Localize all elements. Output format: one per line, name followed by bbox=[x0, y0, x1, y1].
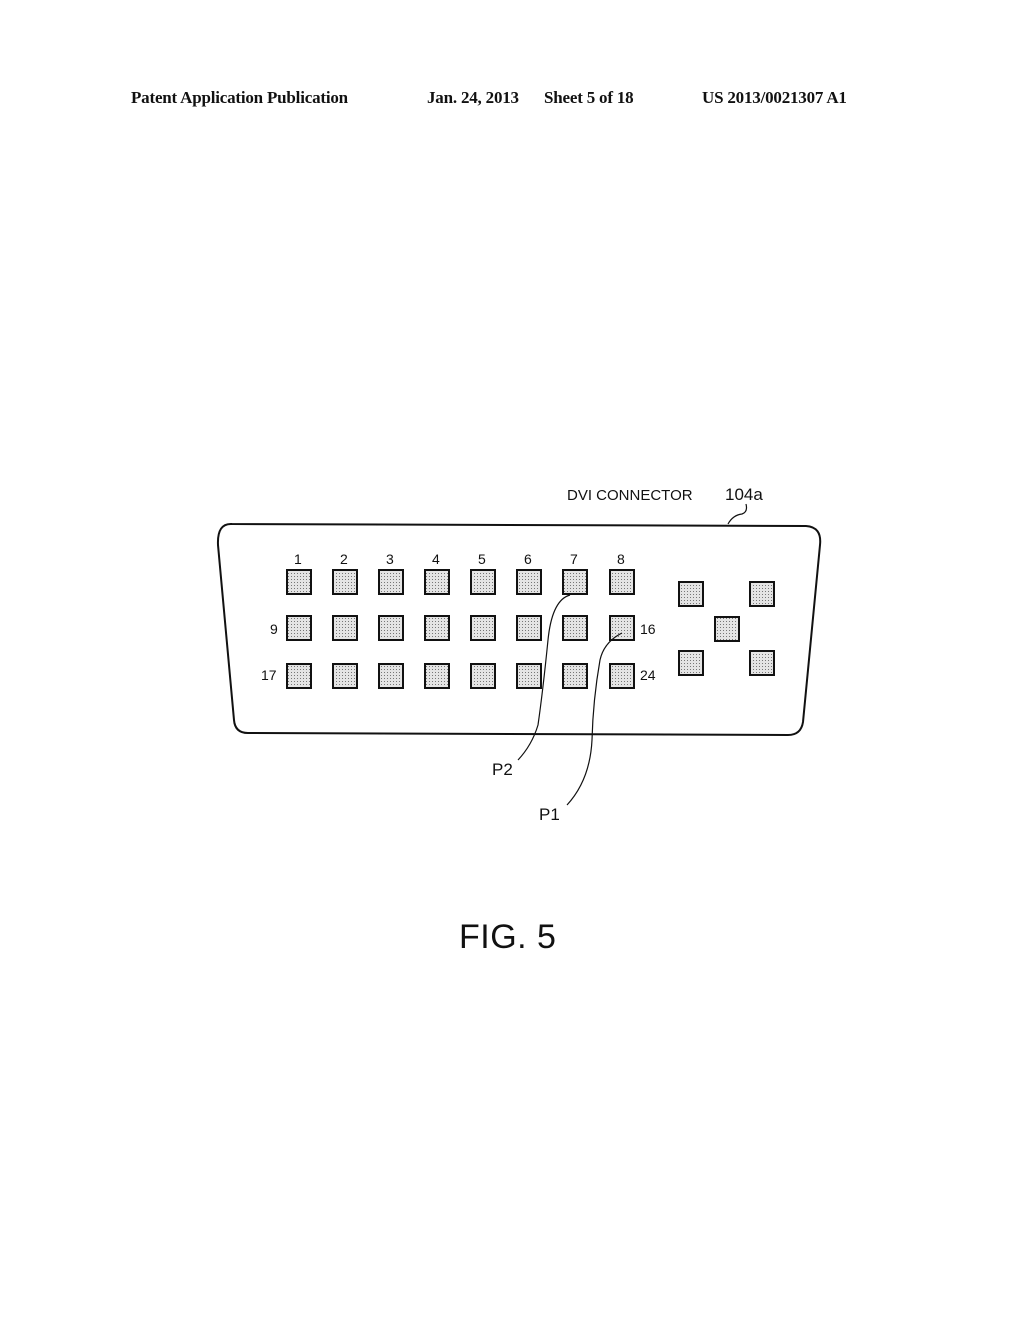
pin-19 bbox=[378, 663, 404, 689]
ref-leader-104a bbox=[727, 503, 748, 525]
pin-number-2: 2 bbox=[340, 551, 348, 567]
analog-pin-c1 bbox=[678, 581, 704, 607]
pin-12 bbox=[424, 615, 450, 641]
pin-number-1: 1 bbox=[294, 551, 302, 567]
pin-22 bbox=[516, 663, 542, 689]
pin-8 bbox=[609, 569, 635, 595]
callout-p1: P1 bbox=[539, 805, 560, 824]
pin-17 bbox=[286, 663, 312, 689]
pin-6 bbox=[516, 569, 542, 595]
analog-pin-c4 bbox=[678, 650, 704, 676]
analog-pin-c2 bbox=[749, 581, 775, 607]
row-label-24: 24 bbox=[640, 667, 656, 683]
row-label-9: 9 bbox=[270, 621, 278, 637]
pin-14 bbox=[516, 615, 542, 641]
analog-pin-c3 bbox=[714, 616, 740, 642]
pin-number-3: 3 bbox=[386, 551, 394, 567]
pin-18 bbox=[332, 663, 358, 689]
pin-20 bbox=[424, 663, 450, 689]
callout-line-p1 bbox=[566, 632, 623, 806]
pin-number-4: 4 bbox=[432, 551, 440, 567]
pin-10 bbox=[332, 615, 358, 641]
pin-15 bbox=[562, 615, 588, 641]
pin-9 bbox=[286, 615, 312, 641]
pin-number-7: 7 bbox=[570, 551, 578, 567]
pin-5 bbox=[470, 569, 496, 595]
row-label-17: 17 bbox=[261, 667, 277, 683]
pin-3 bbox=[378, 569, 404, 595]
pin-23 bbox=[562, 663, 588, 689]
pin-16 bbox=[609, 615, 635, 641]
connector-label: DVI CONNECTOR bbox=[567, 487, 693, 504]
pin-24 bbox=[609, 663, 635, 689]
pin-2 bbox=[332, 569, 358, 595]
callout-p2: P2 bbox=[492, 760, 513, 779]
analog-pin-c5 bbox=[749, 650, 775, 676]
connector-ref: 104a bbox=[725, 485, 763, 504]
pin-number-8: 8 bbox=[617, 551, 625, 567]
pin-number-labels: 1 2 3 4 5 6 7 8 bbox=[294, 551, 625, 567]
row-label-16: 16 bbox=[640, 621, 656, 637]
pin-11 bbox=[378, 615, 404, 641]
pin-grid bbox=[286, 569, 775, 689]
pin-21 bbox=[470, 663, 496, 689]
dvi-connector-diagram: DVI CONNECTOR 104a 1 2 3 4 5 6 7 8 9 16 17 24 P… bbox=[216, 485, 822, 824]
figure-caption: FIG. 5 bbox=[459, 918, 557, 956]
pin-7 bbox=[562, 569, 588, 595]
pin-number-6: 6 bbox=[524, 551, 532, 567]
pin-number-5: 5 bbox=[478, 551, 486, 567]
pin-1 bbox=[286, 569, 312, 595]
pin-13 bbox=[470, 615, 496, 641]
pin-4 bbox=[424, 569, 450, 595]
